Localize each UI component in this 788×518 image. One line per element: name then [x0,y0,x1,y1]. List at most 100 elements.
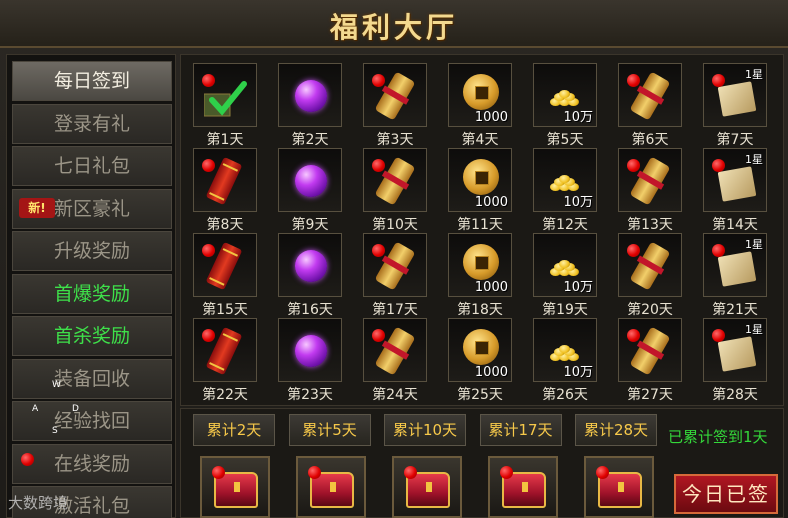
day-label: 第20天 [627,302,673,318]
reward-slot[interactable] [363,148,427,212]
item-star-grade: 1星 [745,323,763,336]
reward-slot[interactable] [193,318,257,382]
gold-pile-icon [550,175,584,191]
day-label: 第19天 [542,302,588,318]
day-label: 第27天 [627,387,673,403]
reward-slot[interactable]: 10万 [533,233,597,297]
reward-slot[interactable]: 1星 [703,318,767,382]
day-label: 第17天 [372,302,418,318]
notification-dot-icon [308,466,321,479]
reward-slot[interactable]: 1000 [448,233,512,297]
purple-orb-icon [295,80,327,112]
reward-slot[interactable]: 10万 [533,148,597,212]
reward-slot[interactable] [618,63,682,127]
reward-slot[interactable]: 1000 [448,318,512,382]
key-hint-a: A [32,404,39,414]
reward-slot[interactable]: 1星 [703,148,767,212]
coin-icon [463,329,499,365]
reward-slot[interactable] [618,318,682,382]
treasure-chest-slot[interactable] [584,456,654,518]
reward-slot[interactable] [278,233,342,297]
sidebar-item-label: 每日签到 [53,70,130,92]
signin-grid: 第1天 第2天 第3天 1000 第4天 10万 第5天 第6天 1星 第7天 第8天 第9天 第10天… [180,54,784,406]
sidebar-item-label: 登录有礼 [53,112,130,135]
sidebar-item-2[interactable]: 七日礼包 [12,146,172,186]
key-hint-s: S [52,426,58,436]
item-quantity: 10万 [563,365,593,380]
day-label: 第21天 [712,302,758,318]
signed-today-button[interactable]: 今日已签 [674,474,778,514]
sidebar-item-4[interactable]: 升级奖励 [12,231,172,271]
reward-slot[interactable]: 1星 [703,63,767,127]
day-label: 第4天 [461,132,499,148]
reward-slot[interactable] [193,63,257,127]
sidebar-item-6[interactable]: 首杀奖励 [12,316,172,356]
reward-slot[interactable] [363,63,427,127]
day-label: 第6天 [631,132,669,148]
notification-dot-icon [627,329,640,342]
key-hint-w: W [52,380,61,390]
notification-dot-icon [372,329,385,342]
sidebar-item-1[interactable]: 登录有礼 [12,103,172,144]
notification-dot-icon [202,159,215,172]
cumulative-tab-3[interactable]: 累计17天 [479,414,562,446]
notification-dot-icon [202,329,215,342]
notification-dot-icon [372,244,385,257]
item-star-grade: 1星 [745,153,763,166]
sidebar-item-label: 首杀奖励 [53,325,130,347]
day-label: 第3天 [376,132,414,148]
sidebar-item-9[interactable]: 在线奖励 [12,443,172,484]
item-star-grade: 1星 [745,238,763,251]
reward-slot[interactable] [278,148,342,212]
sidebar-item-7[interactable]: 装备回收 [12,358,172,399]
item-quantity: 1000 [474,280,508,295]
reward-slot[interactable]: 1000 [448,63,512,127]
item-quantity: 1000 [474,365,508,380]
notification-dot-icon [712,244,725,257]
day-label: 第23天 [287,387,333,403]
treasure-chest-slot[interactable] [392,456,462,518]
item-quantity: 10万 [563,280,593,295]
cumulative-tab-0[interactable]: 累计2天 [193,414,275,446]
reward-slot[interactable] [278,318,342,382]
reward-slot[interactable] [363,233,427,297]
reward-slot[interactable]: 10万 [533,318,597,382]
cumulative-tab-4[interactable]: 累计28天 [575,414,657,446]
cumulative-tab-2[interactable]: 累计10天 [384,414,466,446]
treasure-chest-slot[interactable] [296,456,366,518]
paper-scroll-icon [717,81,757,117]
paper-scroll-icon [717,166,757,202]
reward-slot[interactable]: 1星 [703,233,767,297]
notification-dot-icon [212,466,225,479]
notification-dot-icon [627,159,640,172]
treasure-chest-slot[interactable] [488,456,558,518]
sidebar-item-3[interactable]: 新区豪礼 新! [12,188,172,229]
sidebar-item-label: 升级奖励 [53,240,130,262]
reward-slot[interactable]: 1000 [448,148,512,212]
paper-scroll-icon [717,336,757,372]
reward-slot[interactable] [193,233,257,297]
sidebar-item-label: 新区豪礼 [53,197,130,220]
reward-slot[interactable] [193,148,257,212]
cumulative-tab-1[interactable]: 累计5天 [288,414,371,446]
day-label: 第18天 [457,302,503,318]
reward-slot[interactable]: 10万 [533,63,597,127]
day-label: 第15天 [202,302,248,318]
gold-pile-icon [550,345,584,361]
sidebar-item-5[interactable]: 首爆奖励 [12,273,172,314]
reward-slot[interactable] [363,318,427,382]
day-label: 第11天 [457,217,503,233]
reward-slot[interactable] [618,233,682,297]
treasure-chest-slot[interactable] [200,456,270,518]
reward-slot[interactable] [618,148,682,212]
window-title: 福利大厅 [329,11,458,44]
notification-dot-icon [202,244,215,257]
sidebar-item-0[interactable]: 每日签到 [12,61,172,101]
notification-dot-icon [372,159,385,172]
notification-dot-icon [712,159,725,172]
coin-icon [463,159,499,195]
reward-slot[interactable] [278,63,342,127]
notification-dot-icon [404,466,417,479]
day-label: 第22天 [202,387,248,403]
gold-pile-icon [550,260,584,276]
